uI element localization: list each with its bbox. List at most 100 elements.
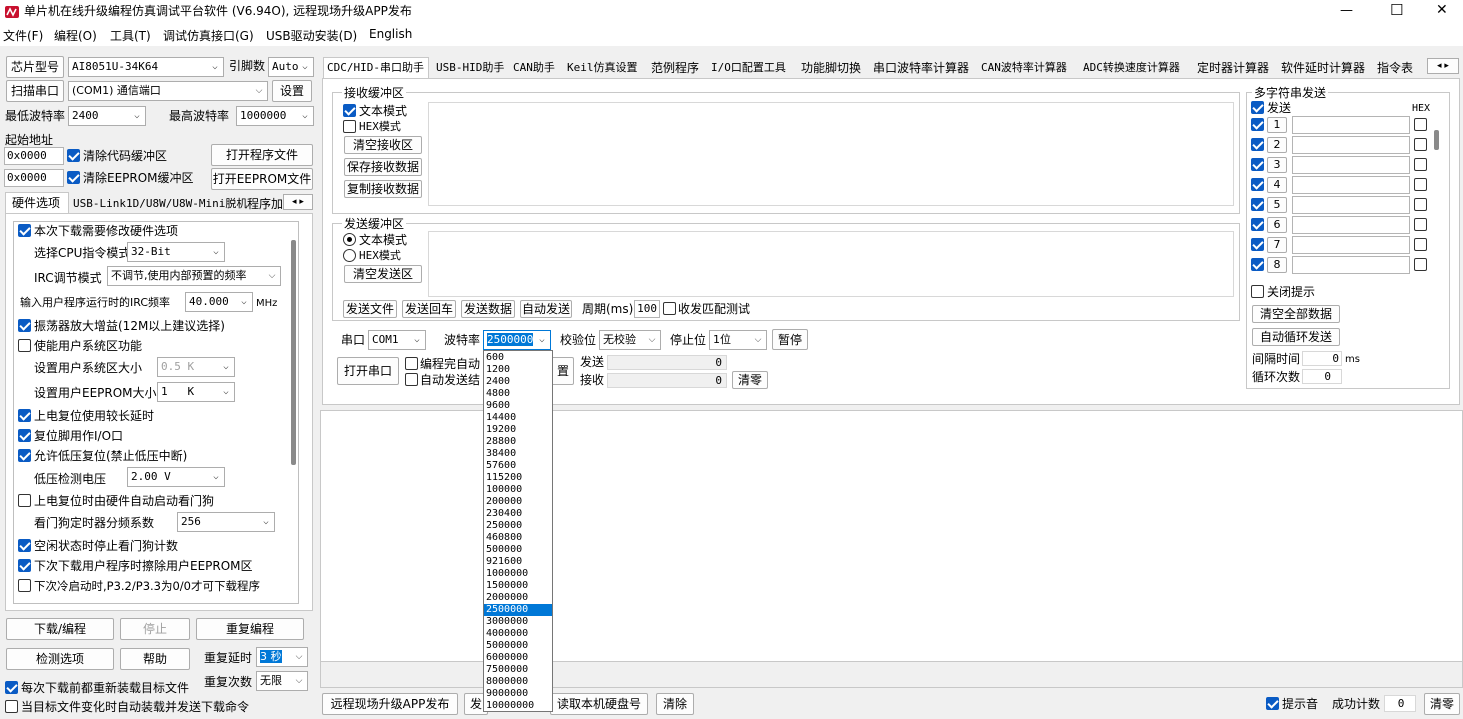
eeprom-address-input[interactable]: 0x0000 — [4, 169, 64, 187]
clear-all-data-button[interactable]: 清空全部数据 — [1252, 305, 1340, 323]
multi-row-6-button[interactable]: 6 — [1267, 217, 1287, 233]
pin-count-select[interactable]: Auto ⌵ — [268, 57, 314, 77]
open-eeprom-button[interactable]: 打开EEPROM文件 — [211, 168, 313, 190]
recv-hex-mode-checkbox[interactable] — [343, 120, 356, 133]
send-enter-button[interactable]: 发送回车 — [402, 300, 456, 318]
multi-scrollbar-thumb[interactable] — [1434, 130, 1439, 150]
baud-option[interactable]: 7500000 — [484, 664, 552, 676]
multi-row-3-hex-checkbox[interactable] — [1414, 158, 1427, 171]
copy-receive-button[interactable]: 复制接收数据 — [344, 180, 422, 198]
multi-row-7-hex-checkbox[interactable] — [1414, 238, 1427, 251]
menu-program[interactable]: 编程(O) — [54, 27, 97, 44]
clear-log-button[interactable]: 清除 — [656, 693, 694, 715]
multi-row-1-checkbox[interactable] — [1251, 118, 1264, 131]
baud-option[interactable]: 1500000 — [484, 580, 552, 592]
cold-boot-pin-checkbox[interactable] — [18, 579, 31, 592]
tab-uart-baud-calc[interactable]: 串口波特率计算器 — [870, 58, 972, 78]
idle-stop-watchdog-checkbox[interactable] — [18, 539, 31, 552]
baud-option[interactable]: 2000000 — [484, 592, 552, 604]
baud-option[interactable]: 250000 — [484, 520, 552, 532]
loop-count-input[interactable]: 0 — [1302, 369, 1342, 384]
close-icon[interactable]: ✕ — [1436, 2, 1448, 18]
system-area-size-select[interactable]: 0.5 K ⌵ — [157, 357, 235, 377]
multi-row-2-checkbox[interactable] — [1251, 138, 1264, 151]
repeat-count-select[interactable]: 无限 ⌵ — [256, 671, 308, 691]
min-baud-select[interactable]: 2400 ⌵ — [68, 106, 146, 126]
stop-bits-select[interactable]: 1位 ⌵ — [709, 330, 767, 350]
read-disk-id-button[interactable]: 读取本机硬盘号 — [550, 693, 648, 715]
baud-option[interactable]: 2500000 — [484, 604, 552, 616]
clear-code-checkbox[interactable] — [67, 149, 80, 162]
reset-pin-io-checkbox[interactable] — [18, 429, 31, 442]
auto-watchdog-checkbox[interactable] — [18, 494, 31, 507]
auto-loop-send-button[interactable]: 自动循环发送 — [1252, 328, 1340, 346]
open-port-button[interactable]: 打开串口 — [337, 357, 399, 385]
chip-model-button[interactable]: 芯片型号 — [6, 56, 64, 78]
max-baud-select[interactable]: 1000000 ⌵ — [236, 106, 314, 126]
auto-load-send-checkbox[interactable] — [5, 700, 18, 713]
multi-row-7-button[interactable]: 7 — [1267, 237, 1287, 253]
baud-option[interactable]: 460800 — [484, 532, 552, 544]
menu-usb-driver[interactable]: USB驱动安装(D) — [266, 27, 357, 44]
multi-row-5-hex-checkbox[interactable] — [1414, 198, 1427, 211]
receive-textarea[interactable] — [428, 102, 1234, 206]
multi-row-4-input[interactable] — [1292, 176, 1410, 194]
match-test-checkbox[interactable] — [663, 302, 676, 315]
baud-option[interactable]: 600 — [484, 352, 552, 364]
multi-row-4-button[interactable]: 4 — [1267, 177, 1287, 193]
tab-hardware-options[interactable]: 硬件选项 — [5, 192, 69, 214]
scrollbar-thumb[interactable] — [291, 240, 296, 465]
clear-eeprom-checkbox[interactable] — [67, 171, 80, 184]
send-data-button[interactable]: 发送数据 — [461, 300, 515, 318]
send-file-button[interactable]: 发送文件 — [343, 300, 397, 318]
multi-row-2-hex-checkbox[interactable] — [1414, 138, 1427, 151]
period-input[interactable]: 100 — [634, 300, 660, 318]
baud-option[interactable]: 921600 — [484, 556, 552, 568]
baud-rate-select[interactable]: 2500000 ⌵ — [483, 330, 551, 350]
multi-row-8-checkbox[interactable] — [1251, 258, 1264, 271]
code-address-input[interactable]: 0x0000 — [4, 147, 64, 165]
tab-can-baud-calc[interactable]: CAN波特率计算器 — [978, 58, 1070, 78]
close-hint-checkbox[interactable] — [1251, 285, 1264, 298]
user-system-area-checkbox[interactable] — [18, 339, 31, 352]
prog-done-auto-checkbox[interactable] — [405, 357, 418, 370]
tab-cdc-hid-serial[interactable]: CDC/HID-串口助手 — [323, 57, 429, 79]
stop-button[interactable]: 停止 — [120, 618, 190, 640]
tab-timer-calc[interactable]: 定时器计算器 — [1194, 58, 1272, 78]
irc-frequency-select[interactable]: 40.000 ⌵ — [185, 292, 253, 312]
multi-row-1-hex-checkbox[interactable] — [1414, 118, 1427, 131]
multi-row-2-input[interactable] — [1292, 136, 1410, 154]
baud-option[interactable]: 6000000 — [484, 652, 552, 664]
multi-row-3-checkbox[interactable] — [1251, 158, 1264, 171]
multi-row-8-hex-checkbox[interactable] — [1414, 258, 1427, 271]
help-button[interactable]: 帮助 — [120, 648, 190, 670]
pause-button[interactable]: 暂停 — [772, 329, 808, 350]
reload-target-checkbox[interactable] — [5, 681, 18, 694]
multi-row-6-hex-checkbox[interactable] — [1414, 218, 1427, 231]
menu-file[interactable]: 文件(F) — [3, 27, 43, 44]
tab-usb-hid[interactable]: USB-HID助手 — [433, 58, 507, 78]
baud-option[interactable]: 230400 — [484, 508, 552, 520]
baud-option[interactable]: 2400 — [484, 376, 552, 388]
clear-success-button[interactable]: 清零 — [1424, 693, 1460, 715]
download-program-button[interactable]: 下载/编程 — [6, 618, 114, 640]
publish-app-button[interactable]: 远程现场升级APP发布 — [322, 693, 458, 715]
baud-option[interactable]: 10000000 — [484, 700, 552, 711]
baud-option[interactable]: 3000000 — [484, 616, 552, 628]
multi-row-8-button[interactable]: 8 — [1267, 257, 1287, 273]
multi-row-4-checkbox[interactable] — [1251, 178, 1264, 191]
minimize-icon[interactable]: — — [1340, 3, 1353, 19]
multi-row-8-input[interactable] — [1292, 256, 1410, 274]
multi-row-7-input[interactable] — [1292, 236, 1410, 254]
clear-count-button[interactable]: 清零 — [732, 371, 768, 389]
tab-instruction-table[interactable]: 指令表 — [1374, 58, 1424, 78]
multi-row-5-checkbox[interactable] — [1251, 198, 1264, 211]
send-textarea[interactable] — [428, 231, 1234, 297]
parity-select[interactable]: 无校验 ⌵ — [599, 330, 661, 350]
multi-row-3-input[interactable] — [1292, 156, 1410, 174]
tab-scroll-arrows[interactable]: ◂ ▸ — [283, 194, 313, 210]
low-voltage-reset-checkbox[interactable] — [18, 449, 31, 462]
irc-mode-select[interactable]: 不调节,使用内部预置的频率 ⌵ — [107, 266, 281, 286]
baud-option[interactable]: 1200 — [484, 364, 552, 376]
tab-program-encrypt[interactable]: 程序加 — [247, 196, 283, 212]
